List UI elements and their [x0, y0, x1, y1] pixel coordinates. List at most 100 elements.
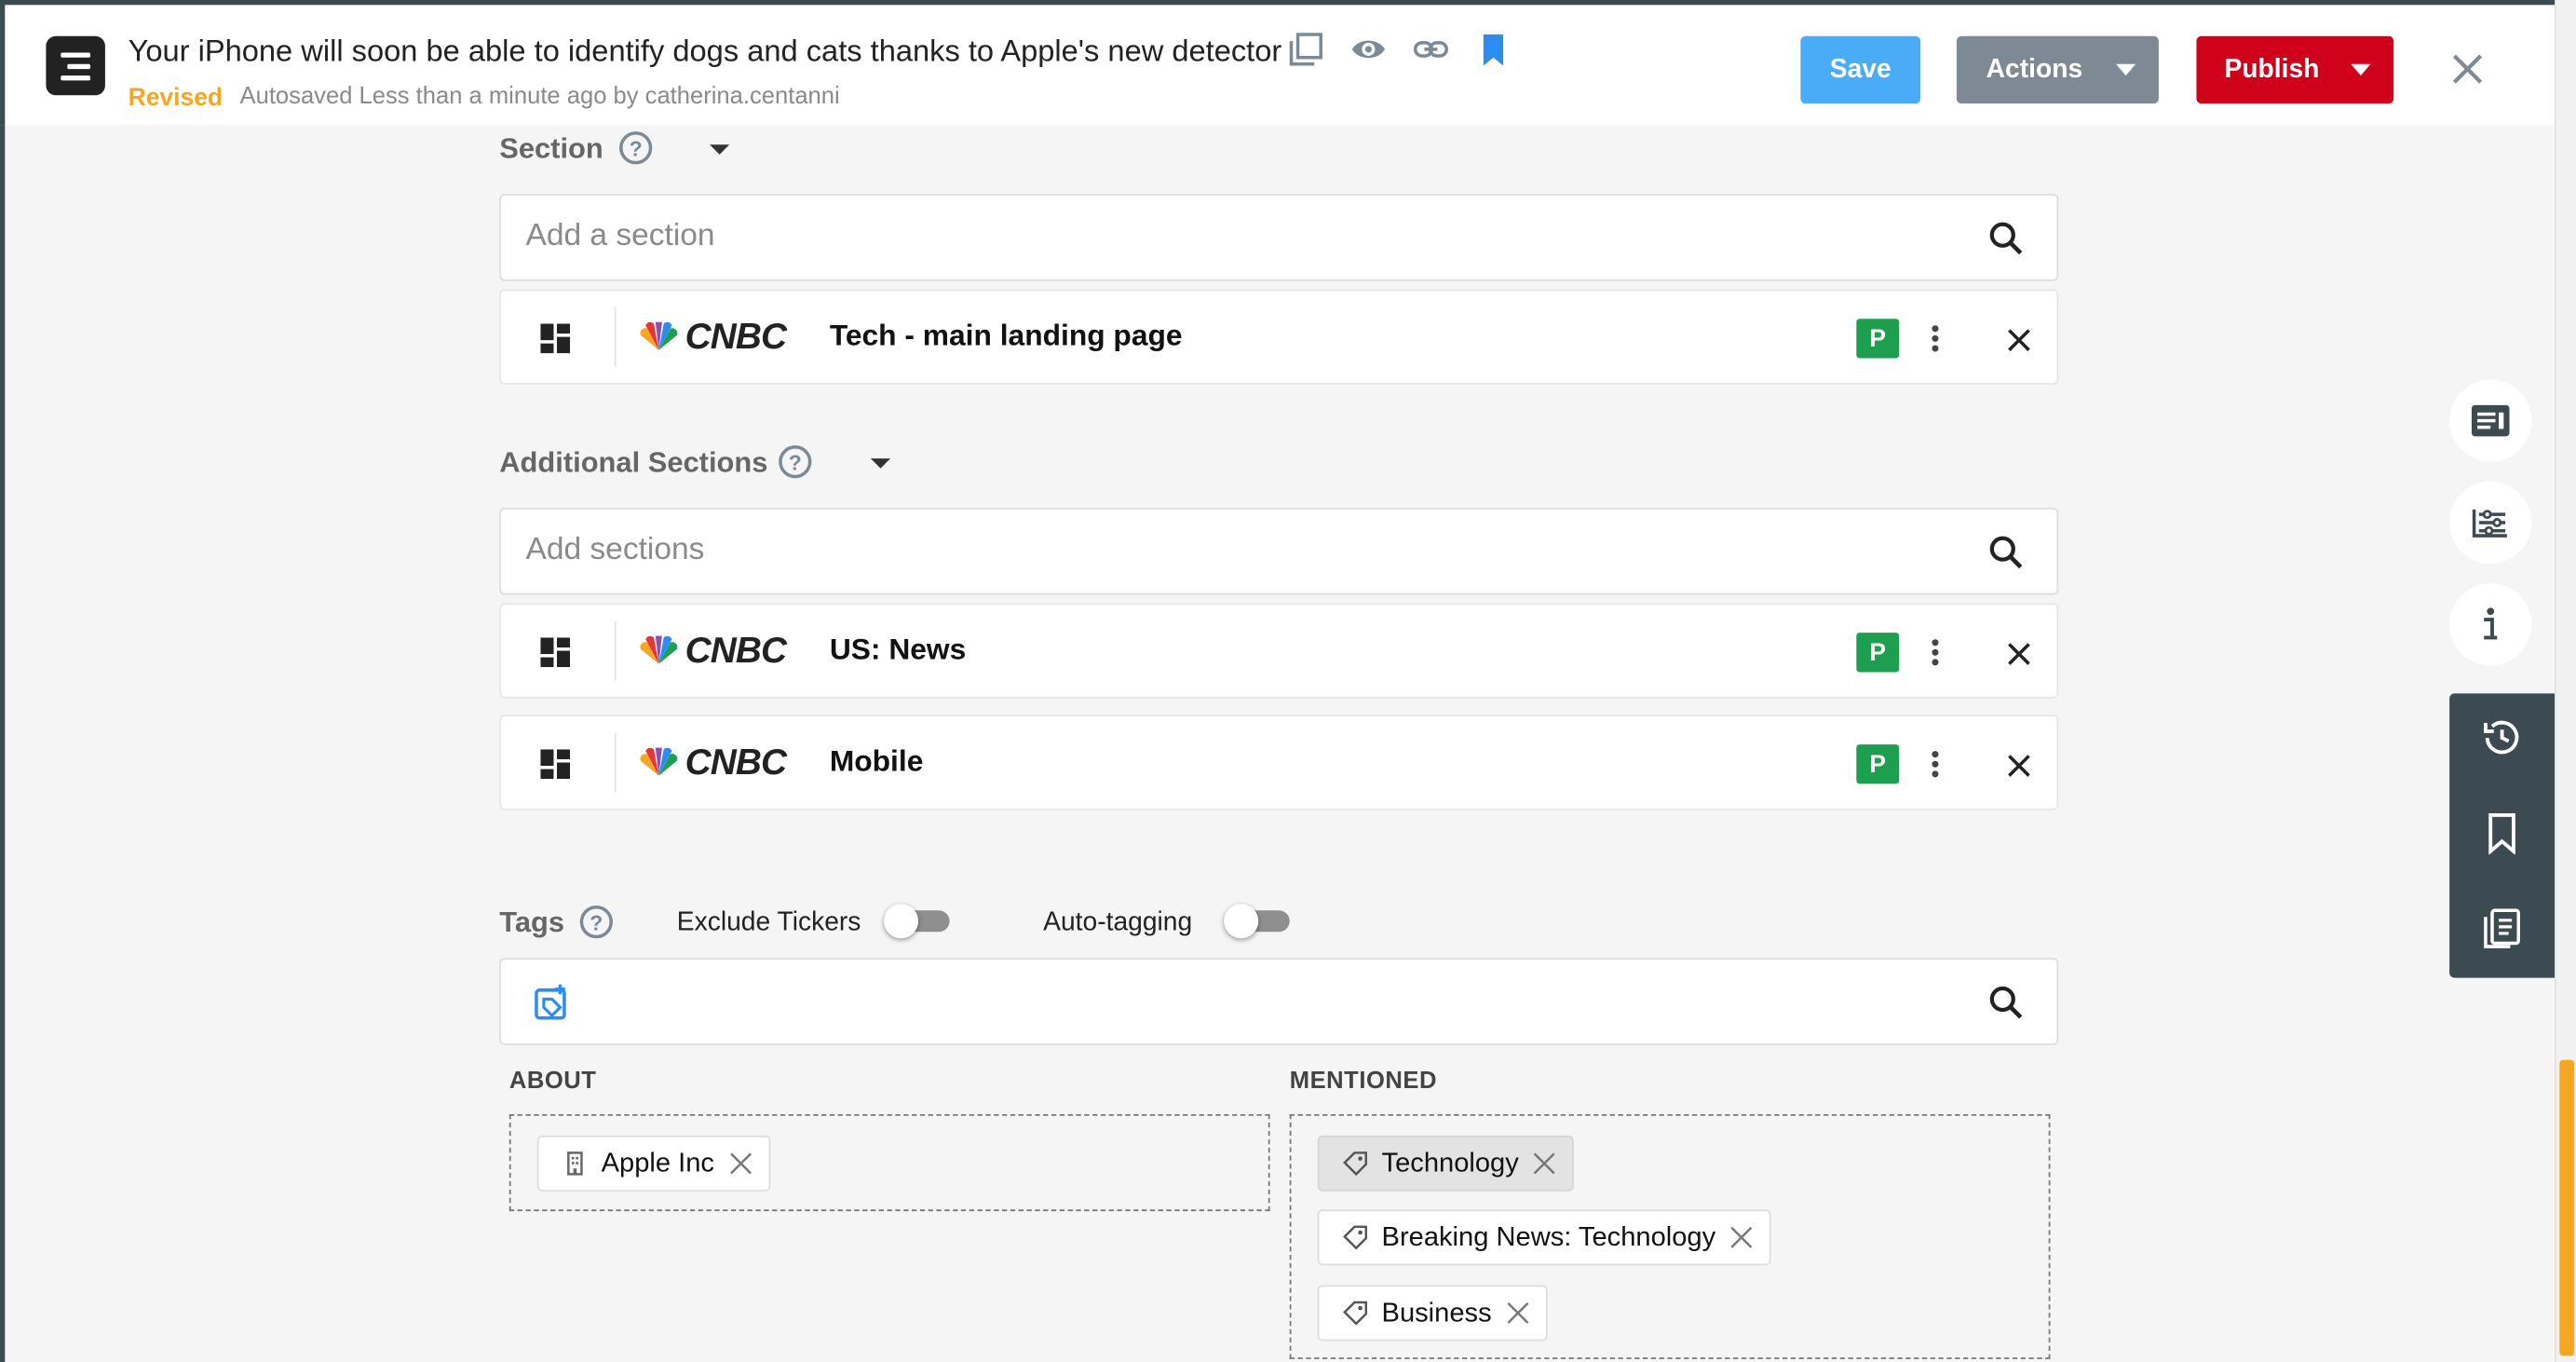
- tag-icon: [1342, 1224, 1368, 1250]
- title-actions: [1286, 30, 1512, 69]
- remove-tag-icon[interactable]: [1534, 1152, 1557, 1176]
- additional-sections-label: Additional Sections: [499, 445, 768, 479]
- scrollbar[interactable]: [2555, 0, 2576, 1362]
- published-badge: P: [1856, 319, 1900, 359]
- tag-chip[interactable]: Technology: [1317, 1135, 1575, 1192]
- menu-icon[interactable]: [46, 35, 105, 96]
- mentioned-dropzone[interactable]: Technology Breaking News: Technology Bus…: [1289, 1113, 2051, 1359]
- exclude-tickers-label: Exclude Tickers: [676, 908, 861, 937]
- building-icon: [562, 1151, 588, 1177]
- additional-sections-search[interactable]: Add sections: [499, 508, 2059, 595]
- cnbc-logo: CNBC: [637, 630, 787, 671]
- remove-tag-icon[interactable]: [1507, 1301, 1530, 1325]
- chevron-down-icon[interactable]: [2116, 63, 2136, 76]
- additional-sections-caret-icon[interactable]: [870, 458, 891, 469]
- additional-section-row[interactable]: CNBC US: News P: [499, 603, 2059, 699]
- tag-chip[interactable]: Business: [1317, 1285, 1548, 1342]
- tag-chip-label: Apple Inc: [601, 1148, 714, 1178]
- tag-chip[interactable]: Apple Inc: [536, 1135, 770, 1192]
- section-name: Tech - main landing page: [829, 319, 1183, 352]
- section-help-icon[interactable]: ?: [619, 131, 653, 165]
- drag-handle-icon[interactable]: [540, 323, 571, 354]
- tag-icon: [1342, 1151, 1368, 1177]
- remove-icon[interactable]: [2008, 329, 2031, 352]
- more-options-icon[interactable]: [1931, 324, 1941, 354]
- close-icon[interactable]: [2449, 51, 2486, 88]
- cms-editor: Your iPhone will soon be able to identif…: [0, 0, 2576, 1362]
- peacock-icon: [640, 321, 678, 350]
- article-title[interactable]: Your iPhone will soon be able to identif…: [129, 33, 1282, 69]
- remove-icon[interactable]: [2008, 755, 2031, 778]
- section-placeholder: Add a section: [525, 218, 715, 253]
- more-options-icon[interactable]: [1931, 749, 1941, 779]
- about-heading: ABOUT: [508, 1068, 597, 1095]
- auto-tagging-toggle[interactable]: [1224, 904, 1290, 939]
- status-badge: Revised: [128, 83, 224, 112]
- mentioned-heading: MENTIONED: [1289, 1068, 1437, 1095]
- history-icon[interactable]: [2481, 716, 2524, 759]
- bookmark-icon[interactable]: [1473, 30, 1512, 69]
- published-badge: P: [1856, 744, 1900, 784]
- additional-sections-help-icon[interactable]: ?: [779, 445, 812, 479]
- row-divider: [614, 306, 617, 367]
- tags-search[interactable]: [499, 958, 2059, 1045]
- additional-sections-placeholder: Add sections: [525, 532, 705, 567]
- search-icon[interactable]: [1987, 220, 2024, 256]
- tag-chip-label: Technology: [1381, 1148, 1519, 1178]
- cnbc-logo: CNBC: [637, 316, 787, 357]
- section-caret-icon[interactable]: [710, 144, 730, 155]
- section-row[interactable]: CNBC Tech - main landing page P: [499, 289, 2059, 385]
- brand-name: CNBC: [685, 741, 787, 783]
- exclude-tickers-toggle[interactable]: [884, 904, 950, 939]
- autosave-text: Autosaved Less than a minute ago by cath…: [239, 83, 840, 111]
- header-bar: Your iPhone will soon be able to identif…: [0, 0, 2556, 126]
- copy-icon[interactable]: [1286, 30, 1325, 69]
- scrollbar-thumb[interactable]: [2559, 1059, 2575, 1356]
- drag-handle-icon[interactable]: [540, 637, 571, 668]
- settings-sliders-icon[interactable]: [2449, 481, 2532, 565]
- article-panel-icon[interactable]: [2449, 379, 2532, 462]
- section-label: Section: [499, 131, 603, 165]
- search-icon[interactable]: [1987, 985, 2024, 1021]
- peacock-icon: [640, 747, 678, 776]
- search-icon[interactable]: [1987, 534, 2024, 570]
- drag-handle-icon[interactable]: [540, 749, 571, 780]
- tag-icon: [1342, 1300, 1368, 1326]
- published-badge: P: [1856, 633, 1900, 673]
- remove-tag-icon[interactable]: [729, 1152, 752, 1176]
- publish-button[interactable]: Publish: [2196, 35, 2394, 104]
- publish-label: Publish: [2224, 55, 2320, 84]
- brand-name: CNBC: [685, 629, 787, 671]
- tag-chip-label: Business: [1381, 1297, 1492, 1328]
- actions-label: Actions: [1986, 55, 2083, 84]
- section-name: Mobile: [829, 744, 924, 778]
- info-icon[interactable]: [2449, 583, 2532, 666]
- tags-label: Tags: [499, 905, 565, 939]
- remove-tag-icon[interactable]: [1730, 1226, 1754, 1249]
- cnbc-logo: CNBC: [637, 741, 787, 783]
- chevron-down-icon[interactable]: [2351, 63, 2371, 76]
- peacock-icon: [640, 635, 678, 664]
- additional-section-row[interactable]: CNBC Mobile P: [499, 715, 2059, 810]
- more-options-icon[interactable]: [1931, 637, 1941, 667]
- row-divider: [614, 620, 617, 681]
- tag-chip-label: Breaking News: Technology: [1381, 1221, 1716, 1252]
- tags-help-icon[interactable]: ?: [579, 905, 613, 939]
- about-dropzone[interactable]: Apple Inc: [508, 1113, 1270, 1212]
- section-name: US: News: [829, 633, 967, 666]
- add-tag-icon[interactable]: [534, 984, 570, 1021]
- section-search[interactable]: Add a section: [499, 194, 2059, 281]
- brand-name: CNBC: [685, 315, 787, 357]
- actions-button[interactable]: Actions: [1956, 35, 2159, 104]
- bookmark-icon[interactable]: [2481, 811, 2524, 855]
- tag-chip[interactable]: Breaking News: Technology: [1317, 1209, 1772, 1266]
- row-divider: [614, 732, 617, 793]
- save-button[interactable]: Save: [1800, 35, 1921, 104]
- remove-icon[interactable]: [2008, 643, 2031, 666]
- documents-icon[interactable]: [2481, 907, 2524, 950]
- window-edge: [0, 0, 6, 1362]
- link-icon[interactable]: [1411, 30, 1450, 69]
- side-toolbar: [2449, 693, 2556, 978]
- auto-tagging-label: Auto-tagging: [1043, 908, 1193, 937]
- preview-eye-icon[interactable]: [1349, 30, 1388, 69]
